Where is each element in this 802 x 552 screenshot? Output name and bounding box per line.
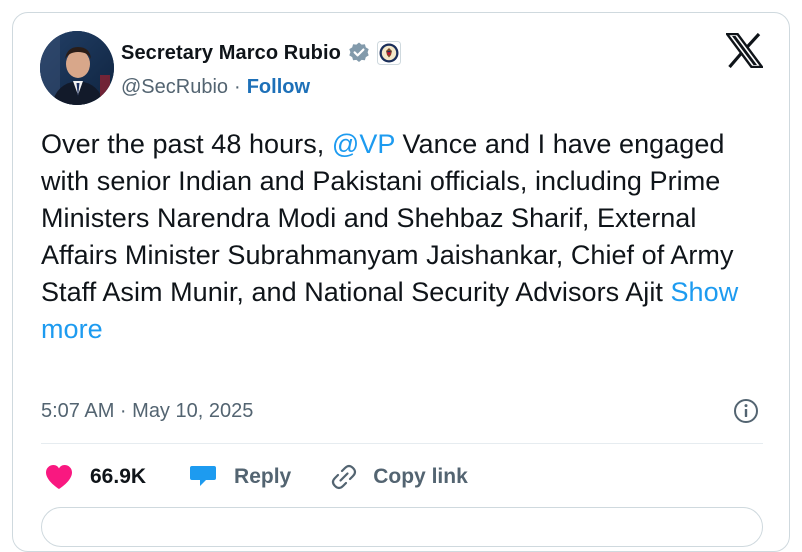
reply-bubble-icon — [188, 463, 218, 491]
reply-label: Reply — [234, 465, 292, 488]
divider — [41, 443, 763, 444]
copy-link-button[interactable]: Copy link — [329, 463, 468, 491]
tweet-text-start: Over the past 48 hours, — [41, 129, 332, 159]
like-count: 66.9K — [90, 465, 147, 488]
avatar-photo — [40, 31, 114, 105]
info-icon[interactable] — [733, 398, 759, 424]
separator-dot: · — [234, 76, 241, 98]
reply-button[interactable]: Reply — [188, 463, 291, 491]
heart-icon — [44, 463, 74, 491]
read-replies-button[interactable] — [41, 507, 763, 547]
mention-link[interactable]: @VP — [332, 129, 395, 159]
like-button[interactable]: 66.9K — [44, 463, 146, 491]
tweet-timestamp[interactable]: 5:07 AM · May 10, 2025 — [41, 400, 253, 423]
author-avatar[interactable] — [40, 31, 114, 105]
author-handle-row: @SecRubio · Follow — [121, 76, 310, 99]
tweet-actions: 66.9K Reply Copy link — [44, 460, 468, 494]
author-handle[interactable]: @SecRubio — [121, 76, 228, 99]
tweet-text: Over the past 48 hours, @VP Vance and I … — [41, 126, 771, 348]
author-name[interactable]: Secretary Marco Rubio — [121, 42, 341, 65]
verified-badge-icon[interactable] — [347, 41, 371, 65]
state-department-seal-icon[interactable] — [376, 41, 401, 65]
follow-button[interactable]: Follow — [247, 76, 310, 99]
author-name-row: Secretary Marco Rubio — [121, 40, 401, 66]
link-icon — [329, 463, 359, 491]
x-logo-icon[interactable] — [724, 32, 765, 69]
copy-link-label: Copy link — [373, 465, 468, 488]
